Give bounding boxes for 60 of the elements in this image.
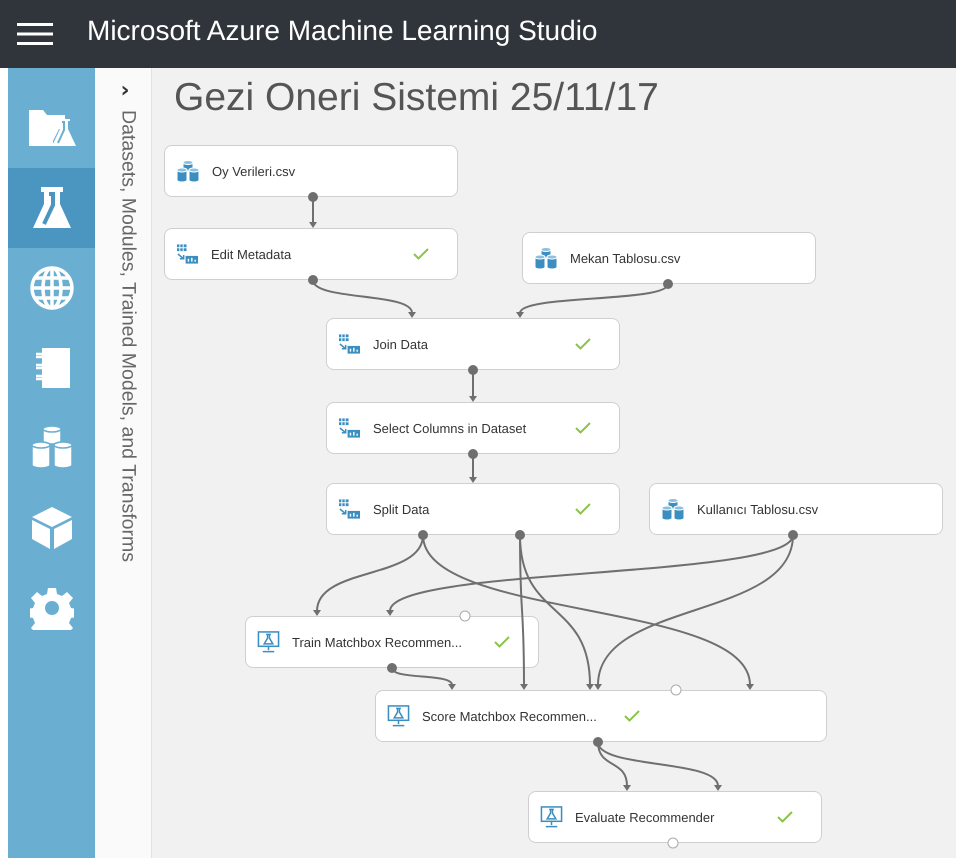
module-node[interactable]: Mekan Tablosu.csv xyxy=(522,232,816,284)
module-node[interactable]: Kullanıcı Tablosu.csv xyxy=(649,483,943,535)
app-title: Microsoft Azure Machine Learning Studio xyxy=(87,15,598,47)
experiment-title: Gezi Oneri Sistemi 25/11/17 xyxy=(174,76,659,120)
output-port[interactable] xyxy=(387,663,397,673)
module-name: Score Matchbox Recommen... xyxy=(422,708,598,724)
globe-icon xyxy=(28,265,74,311)
module-name: Evaluate Recommender xyxy=(575,810,716,824)
module-name: Mekan Tablosu.csv xyxy=(570,250,682,266)
table-transform-icon xyxy=(338,333,361,355)
output-port[interactable] xyxy=(593,737,603,747)
checkmark-icon xyxy=(575,422,591,434)
database-icon xyxy=(534,247,558,269)
database-icon xyxy=(176,160,200,182)
input-port[interactable] xyxy=(460,610,470,622)
module-name: Join Data xyxy=(373,336,429,352)
palette-label: Datasets, Modules, Trained Models, and Transforms xyxy=(116,110,140,562)
output-port[interactable] xyxy=(468,449,478,459)
monitor-flask-icon xyxy=(540,805,563,829)
module-node[interactable]: Train Matchbox Recommen... xyxy=(245,616,539,668)
input-port[interactable] xyxy=(668,838,678,848)
nav-item[interactable] xyxy=(8,168,95,248)
checkmark-icon xyxy=(575,503,591,515)
output-port[interactable] xyxy=(308,192,318,202)
monitor-flask-icon xyxy=(257,630,280,654)
checkmark-icon xyxy=(413,248,429,260)
output-port[interactable] xyxy=(663,279,673,289)
expand-button[interactable]: › xyxy=(116,80,130,102)
table-transform-icon xyxy=(338,498,361,520)
module-name: Oy Verileri.csv xyxy=(212,164,296,178)
module-name: Edit Metadata xyxy=(211,246,292,262)
output-port[interactable] xyxy=(515,530,525,540)
module-node[interactable]: Select Columns in Dataset xyxy=(326,402,620,454)
table-transform-icon xyxy=(338,417,361,439)
module-node[interactable]: Score Matchbox Recommen... xyxy=(375,690,827,742)
module-node[interactable]: Evaluate Recommender xyxy=(528,791,822,843)
module-node[interactable]: Oy Verileri.csv xyxy=(164,145,458,197)
table-transform-icon xyxy=(176,243,199,265)
module-node[interactable]: Split Data xyxy=(326,483,620,535)
checkmark-icon xyxy=(777,811,793,823)
module-node[interactable]: Edit Metadata xyxy=(164,228,458,280)
module-name: Split Data xyxy=(373,502,430,516)
output-port[interactable] xyxy=(788,530,798,540)
menu-button[interactable] xyxy=(17,21,53,47)
menu-icon xyxy=(17,21,53,47)
output-port[interactable] xyxy=(418,530,428,540)
flask-icon xyxy=(32,185,72,231)
module-name: Select Columns in Dataset xyxy=(373,420,528,436)
module-node[interactable]: Join Data xyxy=(326,318,620,370)
checkmark-icon xyxy=(494,636,510,648)
database-icon xyxy=(661,498,685,520)
output-port[interactable] xyxy=(468,365,478,375)
input-port[interactable] xyxy=(670,684,682,696)
checkmark-icon xyxy=(575,338,591,350)
monitor-flask-icon xyxy=(387,704,410,728)
module-name: Kullanıcı Tablosu.csv xyxy=(697,502,820,516)
checkmark-icon xyxy=(624,710,640,722)
module-name: Train Matchbox Recommen... xyxy=(292,634,464,650)
output-port[interactable] xyxy=(308,275,318,285)
settings-icon xyxy=(30,586,74,630)
